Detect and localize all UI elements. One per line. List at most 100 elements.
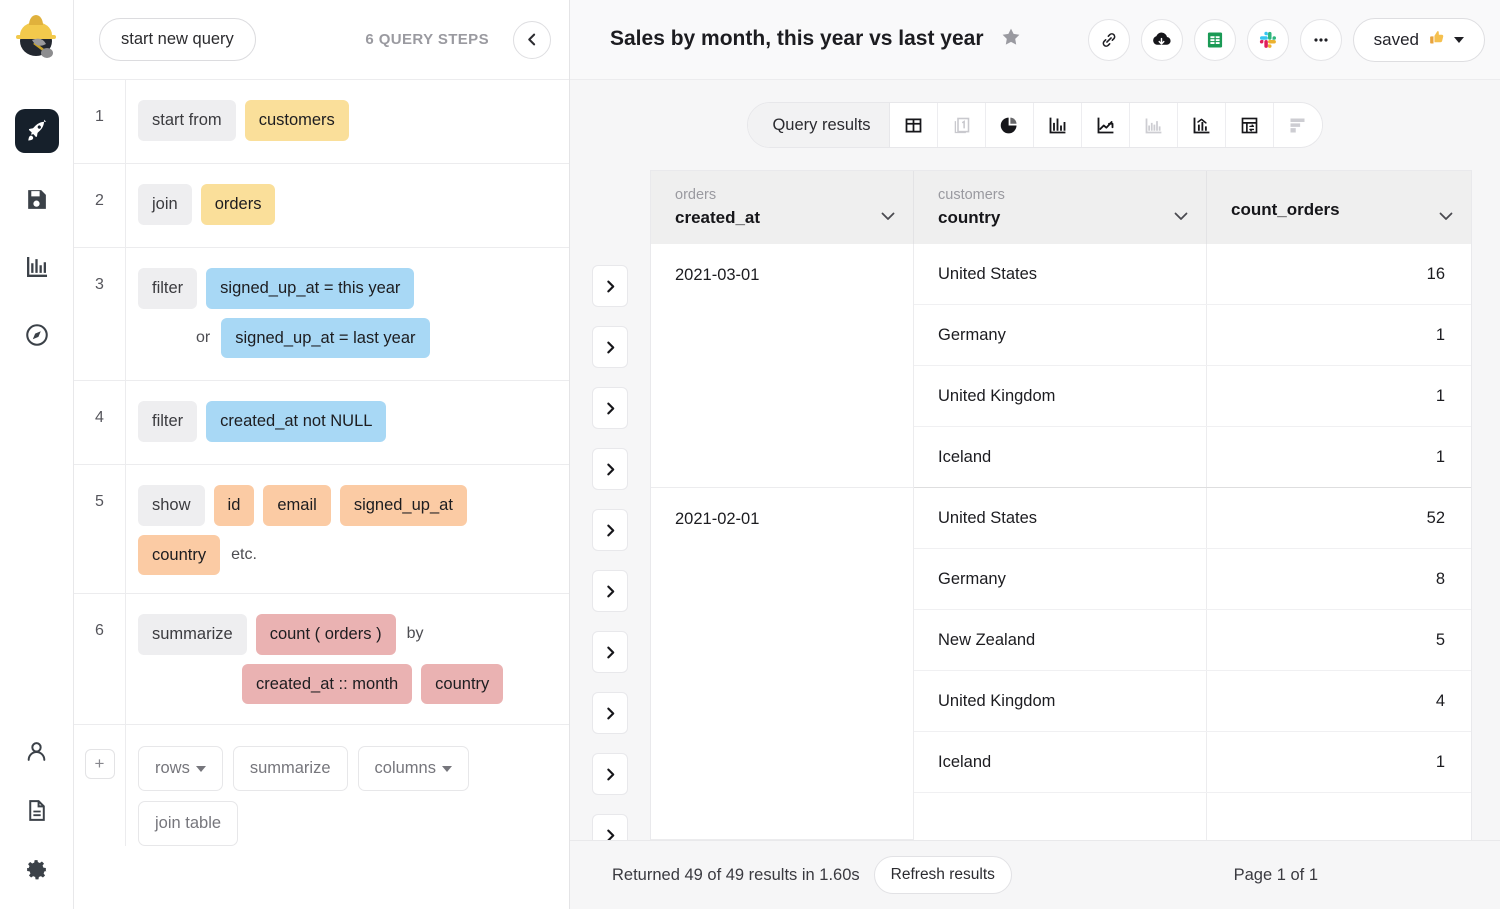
table-row[interactable]: United States 16 — [914, 244, 1471, 305]
step-table-chip[interactable]: orders — [201, 184, 276, 225]
miner-logo-icon[interactable] — [9, 8, 65, 64]
query-step[interactable]: 6 summarize count ( orders ) by created_… — [74, 594, 569, 725]
query-results-tab[interactable]: Query results — [748, 103, 889, 147]
left-icon-rail — [0, 0, 74, 909]
query-steps-list: 1 start from customers 2 join orders 3 f… — [74, 80, 569, 909]
viz-bar[interactable] — [1034, 103, 1082, 147]
step-operator[interactable]: summarize — [138, 614, 247, 655]
chevron-down-icon[interactable] — [1439, 208, 1453, 226]
table-row[interactable]: United Kingdom 4 — [914, 671, 1471, 732]
table-row[interactable] — [914, 793, 1471, 840]
query-step[interactable]: 1 start from customers — [74, 80, 569, 164]
query-steps-count: 6 QUERY STEPS — [365, 31, 489, 48]
rail-item-settings[interactable] — [15, 847, 59, 891]
rail-item-saved[interactable] — [15, 177, 59, 221]
table-row[interactable]: Germany 1 — [914, 305, 1471, 366]
viz-histogram[interactable] — [1130, 103, 1178, 147]
query-step[interactable]: 4 filter created_at not NULL — [74, 381, 569, 465]
step-column-chip[interactable]: signed_up_at — [340, 485, 467, 526]
chevron-down-icon — [1454, 37, 1464, 43]
step-operator[interactable]: join — [138, 184, 192, 225]
row-expand-button[interactable] — [592, 753, 628, 795]
viz-pie[interactable] — [986, 103, 1034, 147]
table-row[interactable]: New Zealand 5 — [914, 610, 1471, 671]
column-header-country[interactable]: customers country — [914, 171, 1207, 244]
download-button[interactable] — [1141, 19, 1183, 61]
query-step[interactable]: 2 join orders — [74, 164, 569, 248]
add-join-table-button[interactable]: join table — [138, 801, 238, 846]
add-columns-button[interactable]: columns — [358, 746, 469, 791]
row-expand-button[interactable] — [592, 631, 628, 673]
query-step[interactable]: 5 show id email signed_up_at country etc… — [74, 465, 569, 594]
row-expand-button[interactable] — [592, 692, 628, 734]
share-link-button[interactable] — [1088, 19, 1130, 61]
chevron-right-icon — [604, 524, 617, 537]
viz-line[interactable] — [1082, 103, 1130, 147]
chevron-right-icon — [604, 585, 617, 598]
step-operator[interactable]: filter — [138, 268, 197, 309]
cell-count-orders — [1207, 793, 1471, 840]
saved-status-button[interactable]: saved — [1353, 18, 1485, 62]
share-slack-button[interactable] — [1247, 19, 1289, 61]
cell-country: Germany — [914, 305, 1207, 365]
viz-funnel[interactable] — [1274, 103, 1322, 147]
cell-country: Germany — [914, 549, 1207, 609]
step-content: show id email signed_up_at country etc. — [126, 465, 569, 593]
row-expand-button[interactable] — [592, 448, 628, 490]
row-expand-button[interactable] — [592, 326, 628, 368]
query-step[interactable]: 3 filter signed_up_at = this year or sig… — [74, 248, 569, 381]
rail-item-account[interactable] — [15, 729, 59, 773]
cell-country: United States — [914, 488, 1207, 548]
start-new-query-button[interactable]: start new query — [99, 18, 256, 61]
rail-item-rocket[interactable] — [15, 109, 59, 153]
rail-item-explore[interactable] — [15, 313, 59, 357]
step-filter-chip[interactable]: signed_up_at = this year — [206, 268, 414, 309]
step-operator[interactable]: show — [138, 485, 205, 526]
date-group-cell: 2021-03-01 — [651, 244, 913, 488]
step-column-chip[interactable]: id — [214, 485, 255, 526]
viz-combo[interactable] — [1178, 103, 1226, 147]
collapse-panel-button[interactable] — [513, 21, 551, 59]
cell-count-orders: 1 — [1207, 732, 1471, 792]
star-icon[interactable] — [1001, 29, 1021, 52]
column-source: orders — [675, 187, 895, 203]
add-summarize-button[interactable]: summarize — [233, 746, 348, 791]
add-summarize-label: summarize — [250, 759, 331, 778]
pie-chart-icon — [999, 115, 1020, 136]
table-row[interactable]: Iceland 1 — [914, 427, 1471, 488]
table-row[interactable]: United Kingdom 1 — [914, 366, 1471, 427]
table-row[interactable]: Germany 8 — [914, 549, 1471, 610]
row-expand-button[interactable] — [592, 814, 628, 840]
step-column-chip[interactable]: country — [138, 535, 220, 576]
chevron-down-icon[interactable] — [881, 208, 895, 226]
viz-pivot[interactable] — [1226, 103, 1274, 147]
add-step-button[interactable]: + — [85, 749, 115, 779]
table-row[interactable]: United States 52 — [914, 488, 1471, 549]
viz-table[interactable] — [890, 103, 938, 147]
step-groupby-chip[interactable]: created_at :: month — [242, 664, 412, 705]
add-rows-button[interactable]: rows — [138, 746, 223, 791]
step-column-chip[interactable]: email — [263, 485, 330, 526]
table-row[interactable]: Iceland 1 — [914, 732, 1471, 793]
row-expand-button[interactable] — [592, 265, 628, 307]
rail-item-docs[interactable] — [15, 788, 59, 832]
column-header-count-orders[interactable]: count_orders — [1207, 171, 1471, 244]
step-table-chip[interactable]: customers — [245, 100, 349, 141]
step-operator[interactable]: start from — [138, 100, 236, 141]
chevron-down-icon[interactable] — [1174, 208, 1188, 226]
step-filter-chip[interactable]: signed_up_at = last year — [221, 318, 429, 359]
step-groupby-chip[interactable]: country — [421, 664, 503, 705]
viz-number[interactable] — [938, 103, 986, 147]
row-expand-button[interactable] — [592, 570, 628, 612]
cell-country: United States — [914, 244, 1207, 304]
export-sheets-button[interactable] — [1194, 19, 1236, 61]
row-expand-button[interactable] — [592, 509, 628, 551]
rail-item-charts[interactable] — [15, 245, 59, 289]
more-options-button[interactable] — [1300, 19, 1342, 61]
step-operator[interactable]: filter — [138, 401, 197, 442]
step-filter-chip[interactable]: created_at not NULL — [206, 401, 386, 442]
step-aggregate-chip[interactable]: count ( orders ) — [256, 614, 396, 655]
refresh-results-button[interactable]: Refresh results — [874, 856, 1012, 894]
row-expand-button[interactable] — [592, 387, 628, 429]
column-header-created-at[interactable]: orders created_at — [651, 171, 914, 244]
